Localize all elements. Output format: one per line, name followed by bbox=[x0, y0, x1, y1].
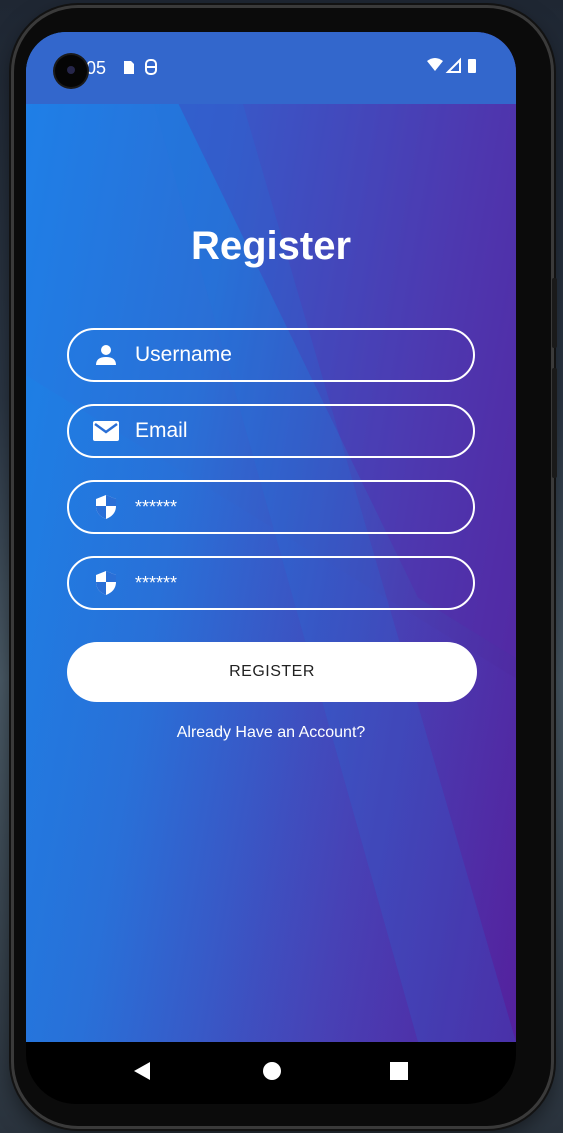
shield-icon bbox=[93, 494, 119, 520]
person-icon bbox=[93, 342, 119, 368]
shield-icon bbox=[93, 570, 119, 596]
email-field[interactable]: Email bbox=[67, 404, 475, 458]
volume-button bbox=[552, 278, 557, 348]
username-placeholder: Username bbox=[135, 343, 232, 366]
confirm-password-value: ****** bbox=[135, 572, 178, 593]
power-button bbox=[552, 368, 557, 478]
page-title: Register bbox=[190, 224, 352, 268]
recent-apps-icon[interactable] bbox=[390, 1062, 408, 1080]
wifi-signal-battery-icon bbox=[427, 57, 476, 73]
notification-icons bbox=[122, 58, 166, 81]
app-screen: 05 Register Username Email ****** ******… bbox=[26, 32, 516, 1042]
confirm-password-field[interactable]: ****** bbox=[67, 556, 475, 610]
navigation-bar bbox=[26, 1042, 516, 1104]
login-link[interactable]: Already Have an Account? bbox=[26, 724, 516, 742]
home-icon[interactable] bbox=[263, 1062, 281, 1080]
front-camera bbox=[55, 55, 87, 87]
back-icon[interactable] bbox=[134, 1062, 150, 1080]
password-field[interactable]: ****** bbox=[67, 480, 475, 534]
status-bar: 05 bbox=[26, 32, 516, 104]
system-icons bbox=[426, 56, 482, 81]
email-placeholder: Email bbox=[135, 419, 188, 442]
register-button[interactable]: REGISTER bbox=[67, 642, 477, 702]
sim-card-icon bbox=[124, 59, 157, 75]
password-value: ****** bbox=[135, 496, 178, 517]
mail-icon bbox=[93, 418, 119, 444]
status-time: 05 bbox=[86, 58, 107, 78]
username-field[interactable]: Username bbox=[67, 328, 475, 382]
